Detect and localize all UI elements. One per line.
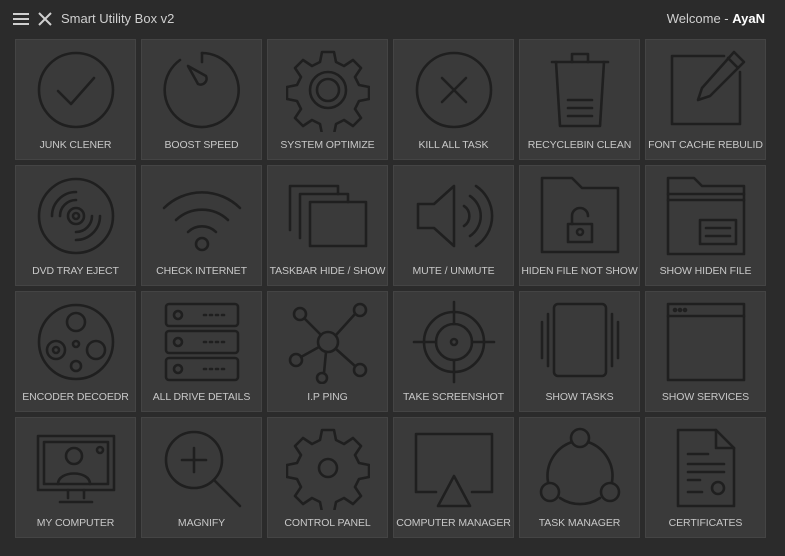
tile-label: BOOST SPEED <box>164 139 239 151</box>
tile-kill-all-task[interactable]: KILL ALL TASK <box>393 39 514 160</box>
tile-label: DVD TRAY EJECT <box>32 265 119 277</box>
open-folder-icon <box>666 176 745 256</box>
cog-icon <box>285 428 370 510</box>
tile-recyclebin-clean[interactable]: RECYCLEBIN CLEAN <box>519 39 640 160</box>
app-title: Smart Utility Box v2 <box>61 11 175 26</box>
tool-grid: JUNK CLENER BOOST SPEED SYSTEM OPTIMIZE … <box>15 39 766 538</box>
tile-mute-unmute[interactable]: MUTE / UNMUTE <box>393 165 514 286</box>
tile-magnify[interactable]: MAGNIFY <box>141 417 262 538</box>
tile-take-screenshot[interactable]: TAKE SCREENSHOT <box>393 291 514 412</box>
tile-label: CHECK INTERNET <box>156 265 247 277</box>
tile-label: SHOW HIDEN FILE <box>659 265 752 277</box>
tile-label: COMPUTER MANAGER <box>396 517 511 529</box>
wifi-icon <box>162 191 241 252</box>
locked-folder-icon <box>540 176 619 254</box>
tile-task-manager[interactable]: TASK MANAGER <box>519 417 640 538</box>
x-circle-icon <box>415 51 492 129</box>
tile-label: I.P PING <box>307 391 348 403</box>
screen-cast-icon <box>414 432 493 508</box>
tile-ip-ping[interactable]: I.P PING <box>267 291 388 412</box>
tile-dvd-tray-eject[interactable]: DVD TRAY EJECT <box>15 165 136 286</box>
certificate-icon <box>676 428 735 508</box>
tile-system-optimize[interactable]: SYSTEM OPTIMIZE <box>267 39 388 160</box>
cycle-nodes-icon <box>539 427 620 506</box>
film-reel-icon <box>37 303 114 381</box>
speaker-icon <box>416 184 493 248</box>
disc-icon <box>37 177 114 255</box>
tile-label: CERTIFICATES <box>668 517 743 529</box>
check-circle-icon <box>37 51 114 129</box>
tile-boost-speed[interactable]: BOOST SPEED <box>141 39 262 160</box>
tile-label: SHOW SERVICES <box>661 391 750 403</box>
tile-label: KILL ALL TASK <box>418 139 489 151</box>
tile-label: TAKE SCREENSHOT <box>403 391 504 403</box>
tile-encoder-decoder[interactable]: ENCODER DECOEDR <box>15 291 136 412</box>
crosshair-icon <box>412 300 495 384</box>
tile-certificates[interactable]: CERTIFICATES <box>645 417 766 538</box>
tile-label: CONTROL PANEL <box>284 517 371 529</box>
tile-taskbar-hide-show[interactable]: TASKBAR HIDE / SHOW <box>267 165 388 286</box>
gear-icon <box>285 50 370 132</box>
hamburger-menu-icon[interactable] <box>12 11 30 27</box>
user-name: AyaN <box>732 11 765 26</box>
tile-label: JUNK CLENER <box>39 139 112 151</box>
close-icon[interactable] <box>37 11 53 27</box>
tile-label: TASKBAR HIDE / SHOW <box>269 265 386 277</box>
tile-hidden-file-not-show[interactable]: HIDEN FILE NOT SHOW <box>519 165 640 286</box>
welcome-prefix: Welcome - <box>666 11 733 26</box>
tile-label: MY COMPUTER <box>36 517 115 529</box>
tile-label: MUTE / UNMUTE <box>412 265 495 277</box>
tile-computer-manager[interactable]: COMPUTER MANAGER <box>393 417 514 538</box>
tile-label: MAGNIFY <box>177 517 226 529</box>
tile-font-cache-rebuild[interactable]: FONT CACHE REBULID <box>645 39 766 160</box>
windows-stack-icon <box>288 184 367 248</box>
tile-my-computer[interactable]: MY COMPUTER <box>15 417 136 538</box>
tile-junk-cleaner[interactable]: JUNK CLENER <box>15 39 136 160</box>
monitor-user-icon <box>36 434 115 504</box>
tile-show-tasks[interactable]: SHOW TASKS <box>519 291 640 412</box>
tile-label: FONT CACHE REBULID <box>648 139 763 151</box>
tile-label: ALL DRIVE DETAILS <box>152 391 251 403</box>
tasks-stack-icon <box>540 302 619 378</box>
tile-all-drive-details[interactable]: ALL DRIVE DETAILS <box>141 291 262 412</box>
magnifier-plus-icon <box>164 430 241 508</box>
browser-window-icon <box>666 302 745 382</box>
tile-label: TASK MANAGER <box>538 517 621 529</box>
welcome-text: Welcome - AyaN <box>667 11 765 26</box>
tile-label: HIDEN FILE NOT SHOW <box>521 265 638 277</box>
tile-label: ENCODER DECOEDR <box>22 391 129 403</box>
pencil-square-icon <box>670 50 745 126</box>
server-icon <box>164 302 239 382</box>
tile-show-hidden-file[interactable]: SHOW HIDEN FILE <box>645 165 766 286</box>
tile-label: SYSTEM OPTIMIZE <box>280 139 375 151</box>
tile-show-services[interactable]: SHOW SERVICES <box>645 291 766 412</box>
tile-control-panel[interactable]: CONTROL PANEL <box>267 417 388 538</box>
trash-icon <box>550 52 609 128</box>
title-bar: Smart Utility Box v2 Welcome - AyaN <box>0 0 785 38</box>
tile-label: SHOW TASKS <box>545 391 614 403</box>
tile-label: RECYCLEBIN CLEAN <box>527 139 632 151</box>
network-icon <box>288 302 367 384</box>
speedometer-icon <box>162 51 240 129</box>
tile-check-internet[interactable]: CHECK INTERNET <box>141 165 262 286</box>
